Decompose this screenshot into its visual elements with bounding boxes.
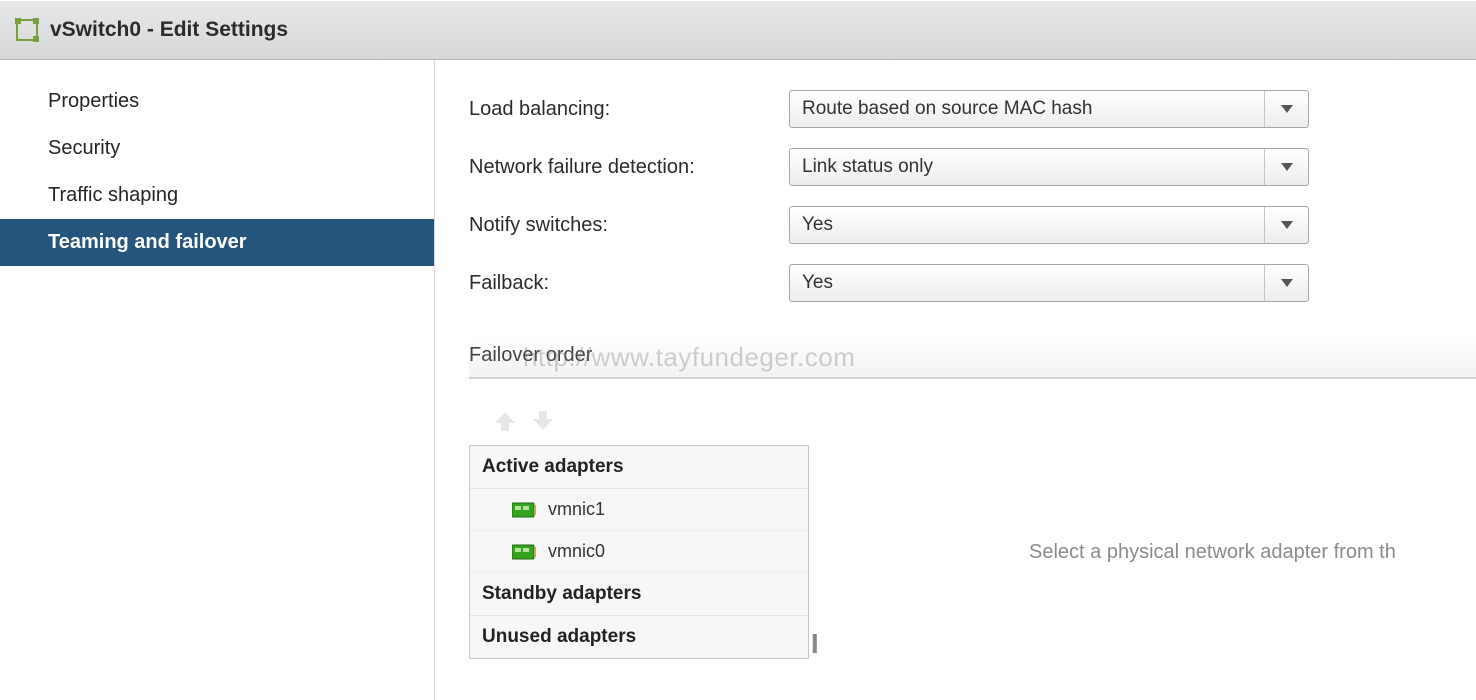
chevron-down-icon [1264, 207, 1308, 243]
dropdown-value-load-balancing: Route based on source MAC hash [790, 91, 1264, 127]
chevron-down-icon [1264, 91, 1308, 127]
resize-handle[interactable]: ||| [809, 445, 819, 659]
dropdown-load-balancing[interactable]: Route based on source MAC hash [789, 90, 1309, 128]
adapter-name: vmnic1 [548, 499, 605, 520]
vswitch-icon [14, 17, 40, 43]
adapter-row[interactable]: vmnic1 [470, 489, 808, 531]
adapter-row[interactable]: vmnic0 [470, 531, 808, 573]
dropdown-value-notify-switches: Yes [790, 207, 1264, 243]
sidebar-item-traffic-shaping[interactable]: Traffic shaping [0, 172, 434, 219]
chevron-down-icon [1264, 149, 1308, 185]
group-active-adapters: Active adapters [470, 446, 808, 489]
dropdown-value-failback: Yes [790, 265, 1264, 301]
dropdown-failure-detection[interactable]: Link status only [789, 148, 1309, 186]
dropdown-value-failure-detection: Link status only [790, 149, 1264, 185]
adapter-list: Active adapters vmnic1 vmnic0 Standby [469, 445, 809, 659]
label-load-balancing: Load balancing: [469, 98, 789, 121]
chevron-down-icon [1264, 265, 1308, 301]
titlebar: vSwitch0 - Edit Settings [0, 0, 1476, 60]
adapter-name: vmnic0 [548, 541, 605, 562]
sidebar-item-properties[interactable]: Properties [0, 78, 434, 125]
failover-order-section: Failover order Active adapters vmni [469, 338, 1476, 659]
nic-icon [512, 543, 536, 561]
group-unused-adapters: Unused adapters [470, 616, 808, 658]
move-down-button[interactable] [529, 407, 557, 435]
window-title: vSwitch0 - Edit Settings [50, 18, 288, 42]
sidebar-item-teaming-failover[interactable]: Teaming and failover [0, 219, 434, 266]
adapter-panel: Active adapters vmnic1 vmnic0 Standby [469, 445, 1476, 659]
settings-grid: Load balancing: Route based on source MA… [469, 90, 1476, 302]
move-up-button[interactable] [491, 407, 519, 435]
dropdown-notify-switches[interactable]: Yes [789, 206, 1309, 244]
sidebar: Properties Security Traffic shaping Team… [0, 60, 435, 700]
adapter-move-controls [491, 407, 1476, 435]
main-panel: Load balancing: Route based on source MA… [435, 60, 1476, 700]
group-standby-adapters: Standby adapters [470, 573, 808, 616]
dropdown-failback[interactable]: Yes [789, 264, 1309, 302]
nic-icon [512, 501, 536, 519]
label-failback: Failback: [469, 272, 789, 295]
label-notify-switches: Notify switches: [469, 214, 789, 237]
label-failure-detection: Network failure detection: [469, 156, 789, 179]
content-area: Properties Security Traffic shaping Team… [0, 60, 1476, 700]
sidebar-item-security[interactable]: Security [0, 125, 434, 172]
adapter-hint-text: Select a physical network adapter from t… [819, 445, 1476, 659]
failover-order-title: Failover order [469, 338, 1476, 379]
